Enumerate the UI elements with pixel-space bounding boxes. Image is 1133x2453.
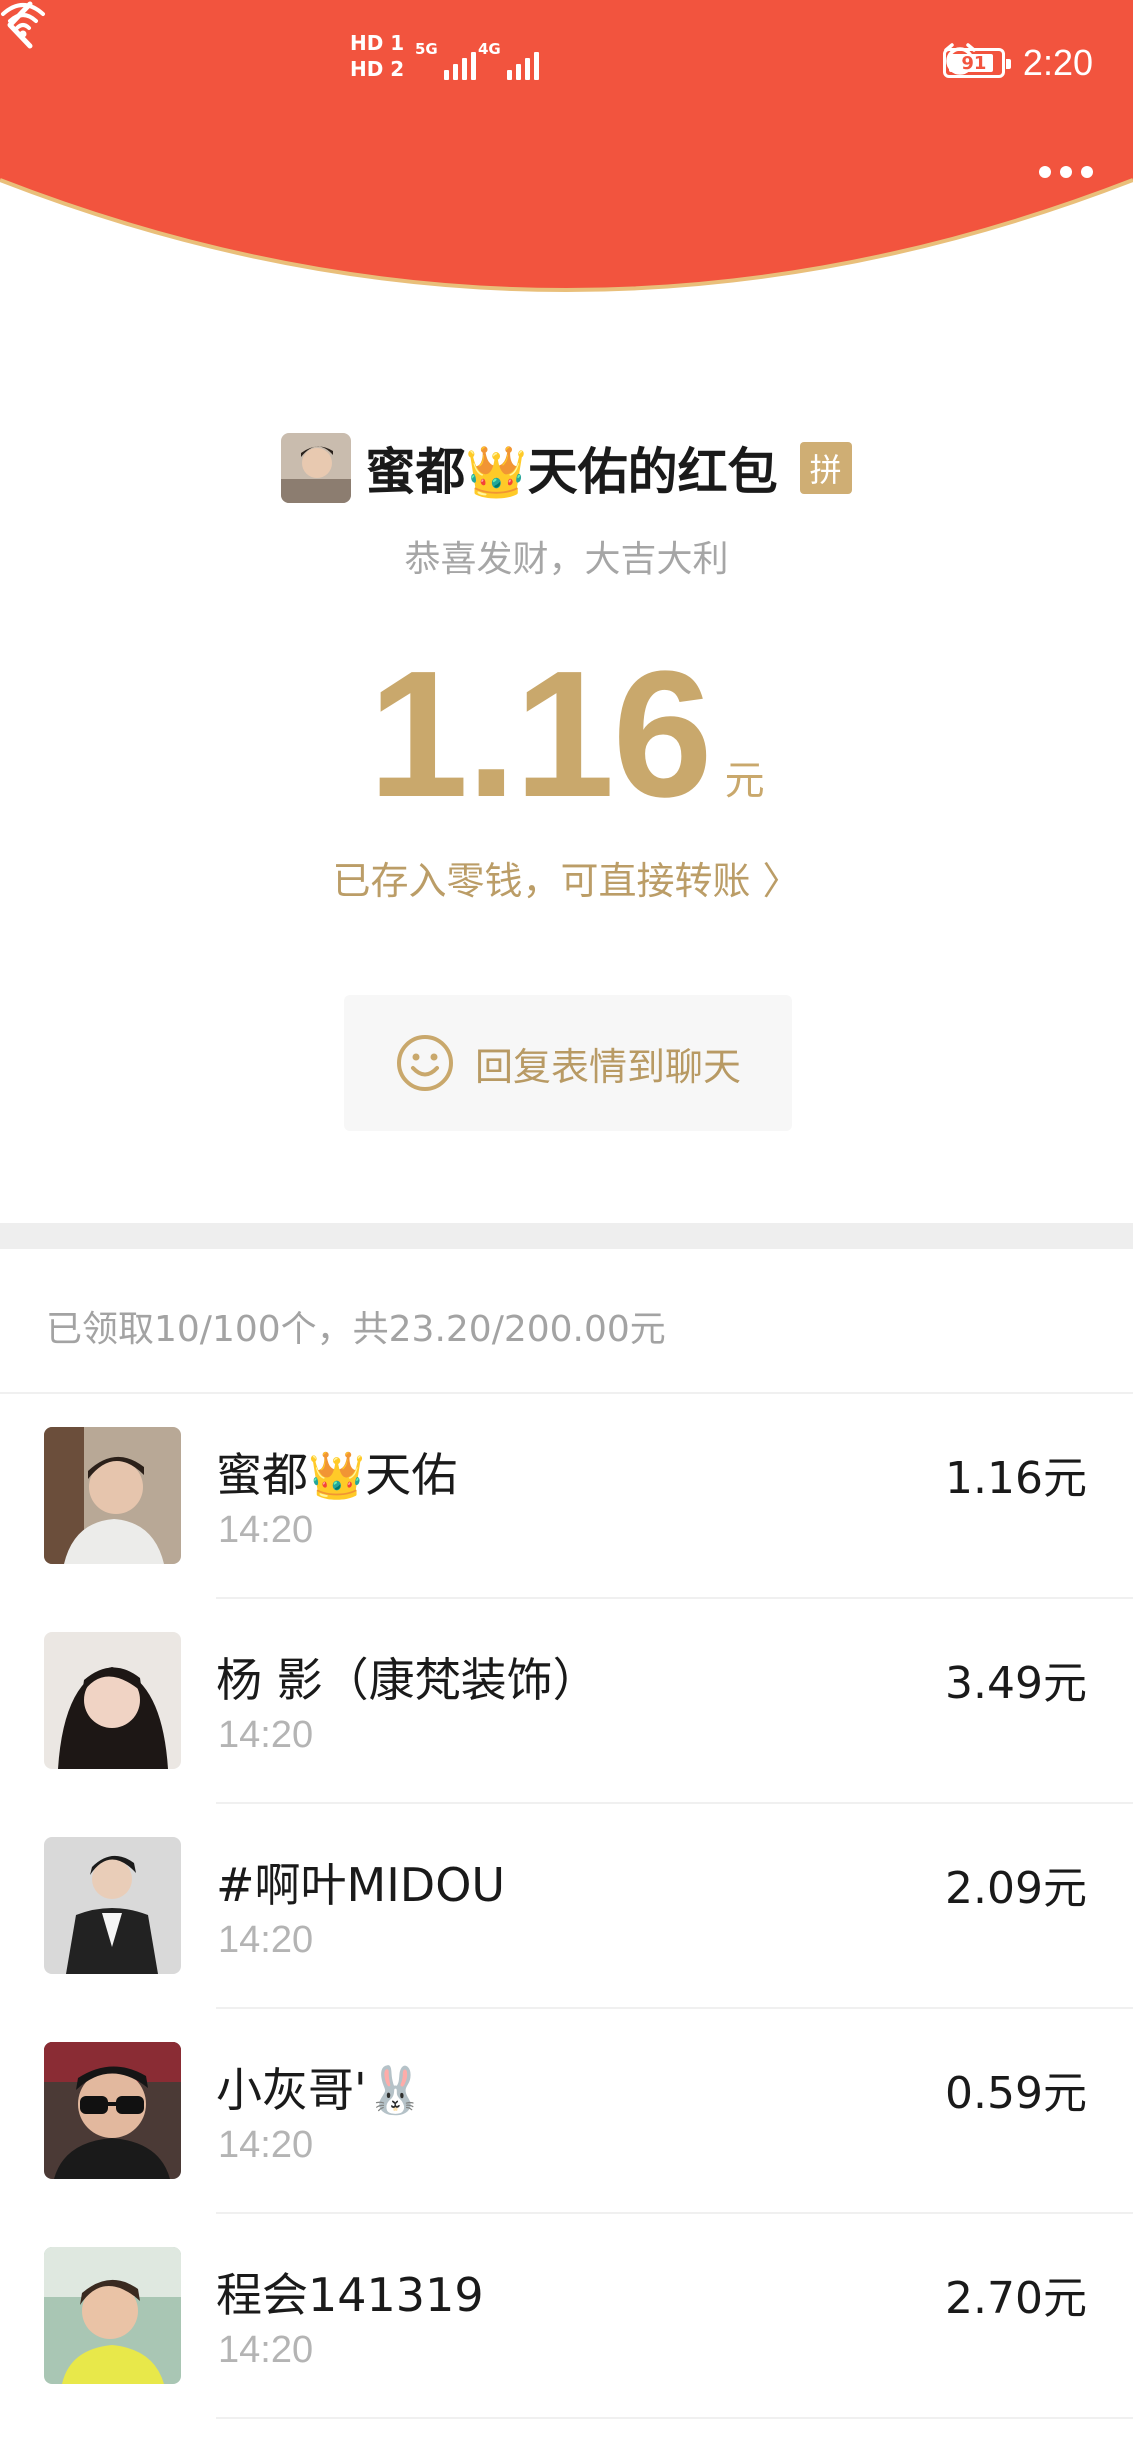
signal-icon-1: 5G	[415, 40, 476, 80]
status-bar: HD 1 HD 2 5G 4G 91 2:20	[0, 0, 1133, 130]
claim-amount: 1.16元	[945, 1453, 1087, 1504]
claim-amount: 2.09元	[945, 1863, 1087, 1914]
more-dot	[1039, 166, 1051, 178]
avatar[interactable]	[44, 1427, 181, 1564]
claimer-name: 小灰哥'🐰	[216, 2063, 424, 2117]
balance-transfer-link[interactable]: 已存入零钱，可直接转账 〉	[0, 850, 1133, 905]
claim-amount: 0.59元	[945, 2068, 1087, 2119]
received-amount: 1.16	[368, 634, 712, 835]
hd2-label: HD 2	[350, 57, 405, 81]
claim-time: 14:20	[218, 1919, 314, 1961]
claim-summary: 已领取10/100个，共23.20/200.00元	[46, 1309, 666, 1350]
clock: 2:20	[1022, 42, 1093, 83]
claims-list: 蜜都👑天佑 14:20 1.16元 杨 影（康梵装饰） 14:20 3.49元	[0, 1394, 1133, 2419]
claim-time: 14:20	[218, 2329, 314, 2371]
row-divider	[216, 2417, 1133, 2419]
claim-time: 14:20	[218, 1714, 314, 1756]
amount-unit: 元	[724, 758, 765, 804]
list-item[interactable]: 杨 影（康梵装饰） 14:20 3.49元	[0, 1599, 1133, 1804]
claimer-name: 杨 影（康梵装饰）	[216, 1653, 599, 1707]
group-packet-badge: 拼	[799, 442, 852, 494]
hd1-label: HD 1	[350, 31, 405, 55]
more-dot	[1060, 166, 1072, 178]
sender-avatar[interactable]	[281, 433, 352, 503]
claimer-name: #啊叶MIDOU	[216, 1858, 506, 1912]
smile-icon	[396, 1035, 453, 1091]
packet-title-row: 蜜都👑天佑的红包 拼	[0, 432, 1133, 504]
reply-button-label: 回复表情到聊天	[474, 1044, 741, 1089]
signal-2-label: 4G	[478, 40, 501, 58]
claim-time: 14:20	[218, 2124, 314, 2166]
list-item[interactable]: #啊叶MIDOU 14:20 2.09元	[0, 1804, 1133, 2009]
more-dot	[1081, 166, 1093, 178]
back-button[interactable]	[0, 0, 40, 50]
battery-icon: 91	[942, 48, 1011, 78]
signal-icon-2: 4G	[478, 40, 539, 80]
avatar[interactable]	[44, 2247, 181, 2384]
section-divider	[0, 1223, 1133, 1249]
more-options-button[interactable]	[1039, 160, 1097, 184]
reply-sticker-button[interactable]: 回复表情到聊天	[344, 995, 792, 1131]
signal-1-label: 5G	[415, 40, 438, 58]
claim-amount: 3.49元	[945, 1658, 1087, 1709]
received-amount-row: 1.16 元	[0, 634, 1133, 835]
packet-wish: 恭喜发财，大吉大利	[404, 539, 729, 580]
claim-amount: 2.70元	[945, 2273, 1087, 2324]
list-item[interactable]: 小灰哥'🐰 14:20 0.59元	[0, 2009, 1133, 2214]
avatar[interactable]	[44, 1632, 181, 1769]
list-item[interactable]: 蜜都👑天佑 14:20 1.16元	[0, 1394, 1133, 1599]
claimer-name: 程会141319	[216, 2268, 484, 2322]
list-item[interactable]: 程会141319 14:20 2.70元	[0, 2214, 1133, 2419]
avatar[interactable]	[44, 1837, 181, 1974]
claimer-name: 蜜都👑天佑	[216, 1448, 458, 1502]
header: HD 1 HD 2 5G 4G 91 2:20	[0, 0, 1133, 345]
avatar[interactable]	[44, 2042, 181, 2179]
packet-sender-title: 蜜都👑天佑的红包	[365, 443, 778, 501]
battery-level: 91	[961, 52, 987, 74]
hd-indicator: HD 1 HD 2	[350, 30, 404, 82]
claim-time: 14:20	[218, 1509, 314, 1551]
